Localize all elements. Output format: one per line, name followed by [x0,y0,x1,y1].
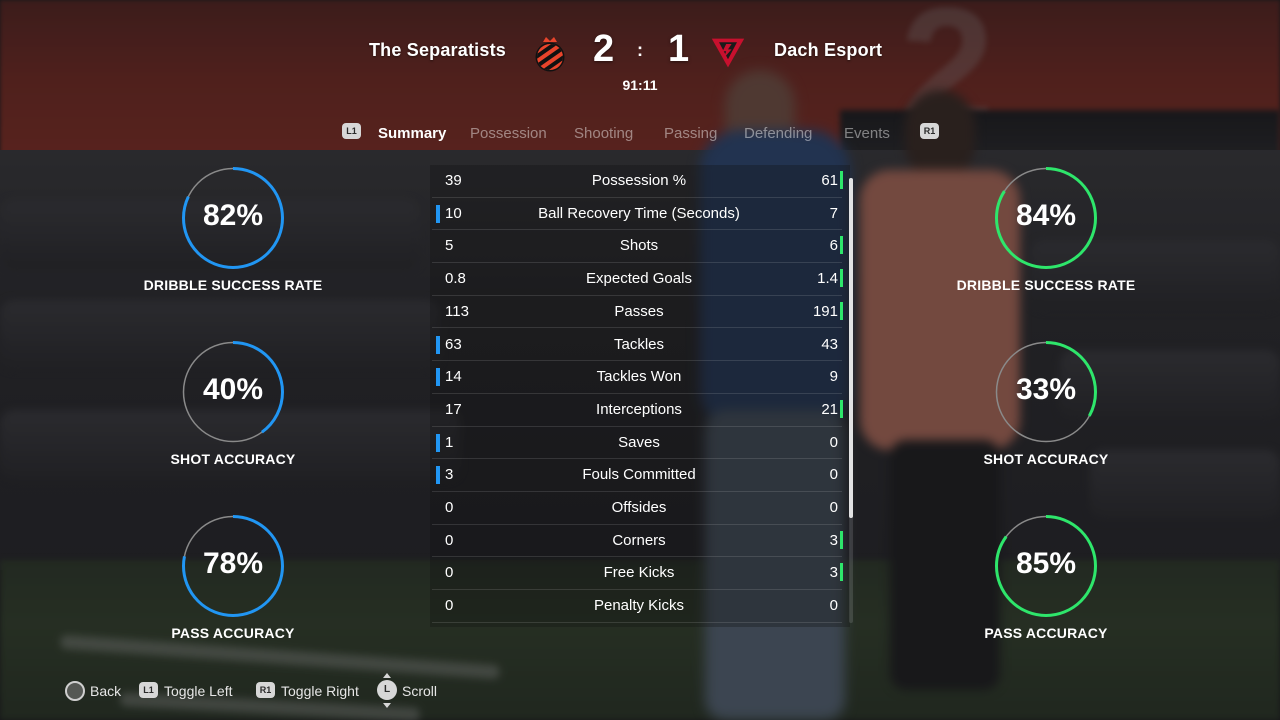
away-stat-value: 7 [829,204,838,222]
stat-label: Tackles [613,335,665,353]
away-team-name: Dach Esport [774,40,883,60]
stat-row: 0 Free Kicks 3 [432,557,843,591]
away-stat-value: 61 [821,172,838,189]
stat-label: Ball Recovery Time (Seconds) [538,204,740,222]
stat-row: 0 Corners 3 [432,525,843,558]
away-leader-bar [840,399,843,418]
away-stat-value: 6 [829,237,838,255]
circle-button-icon[interactable] [65,681,85,701]
stat-row: 10 Ball Recovery Time (Seconds) 7 [432,198,842,231]
toggle-left-hint-label[interactable]: Toggle Left [164,683,233,699]
away-leader-bar [840,236,843,255]
tab-shooting[interactable]: Shooting [574,125,633,142]
away-stat-value: 0 [829,597,838,615]
stat-row: 3 Fouls Committed 0 [432,459,842,492]
away-leader-bar [840,171,843,189]
away-leader-bar [840,301,843,320]
back-hint-label[interactable]: Back [90,683,121,699]
home-shot-accuracy-ring: 40% SHOT ACCURACY [113,341,353,501]
score-separator: : [637,40,643,60]
ring-value: 82% [202,199,264,232]
r1-button-icon[interactable]: R1 [256,682,275,698]
away-stat-value: 21 [821,400,838,418]
ring-value: 78% [202,547,264,580]
ring-value: 84% [1015,199,1077,232]
away-stat-value: 9 [829,368,838,386]
stat-row: 2Yellow Cards0 [432,623,842,627]
away-leader-bar [840,530,843,549]
stat-label: Corners [612,531,666,549]
l1-button-icon[interactable]: L1 [139,682,158,698]
stat-row: 0.8 Expected Goals 1.4 [432,263,843,296]
stats-scrollbar-thumb[interactable] [849,178,853,518]
tab-defending[interactable]: Defending [744,125,812,142]
away-stat-value: 3 [829,531,838,549]
home-team-name: The Separatists [368,40,506,60]
stick-up-arrow-icon [383,673,391,678]
match-stats-table[interactable]: 39 Possession % 61 10 Ball Recovery Time (Se… [432,165,850,627]
stat-label: Shots [619,237,659,255]
away-stat-value: 43 [821,335,838,353]
ring-value: 40% [202,373,264,406]
stat-label: Passes [614,302,664,320]
stick-down-arrow-icon [383,703,391,708]
away-stat-value: 0 [829,466,838,484]
ring-label: SHOT ACCURACY [983,451,1109,467]
away-stat-value: 3 [829,564,838,582]
stat-row: 113 Passes 191 [432,296,843,329]
stat-row: 1 Saves 0 [432,427,842,460]
button-hints-footer: Back L1 Toggle Left R1 Toggle Right L Sc… [0,672,1280,712]
match-clock: 91:11 [622,77,658,93]
away-score: 1 [668,28,690,70]
tab-possession[interactable]: Possession [470,125,547,142]
away-stat-value: 0 [829,499,838,516]
stat-row: 17 Interceptions 21 [432,394,843,427]
scoreboard-header: The Separatists 2 : 1 Dach Esport 91:11 [0,0,1280,100]
stat-label: Free Kicks [603,564,675,582]
separatists-crest-icon [535,37,565,72]
away-pass-accuracy-ring: 85% PASS ACCURACY [926,515,1166,675]
away-stat-value: 0 [829,433,838,451]
ring-label: PASS ACCURACY [984,625,1108,641]
stat-row: 14 Tackles Won 9 [432,361,842,394]
home-pass-accuracy-ring: 78% PASS ACCURACY [113,515,353,675]
tab-passing[interactable]: Passing [664,125,717,142]
away-leader-bar [840,563,843,582]
stat-label: Penalty Kicks [593,597,685,615]
tab-summary[interactable]: Summary [378,125,446,142]
stat-row: 39 Possession % 61 [432,165,843,198]
stat-label: Fouls Committed [582,466,696,484]
ring-label: DRIBBLE SUCCESS RATE [956,277,1136,293]
ring-label: PASS ACCURACY [171,625,295,641]
stat-label: Tackles Won [596,368,682,386]
stat-label: Saves [618,433,660,451]
stats-tabs: L1 Summary Possession Shooting Passing D… [0,120,1280,146]
tab-events[interactable]: Events [844,125,890,142]
left-stick-icon[interactable]: L [377,680,397,700]
stat-label: Interceptions [596,400,682,418]
home-dribble-success-ring: 82% DRIBBLE SUCCESS RATE [113,167,353,327]
stat-label: Offsides [611,499,667,516]
stat-row: 5 Shots 6 [432,230,843,264]
toggle-right-hint-label[interactable]: Toggle Right [281,683,359,699]
ring-label: DRIBBLE SUCCESS RATE [143,277,323,293]
dach-esport-crest-icon [711,38,745,68]
stat-label: Expected Goals [586,270,692,288]
away-stat-value: 191 [812,302,838,320]
stat-row: 0 Penalty Kicks 0 [432,590,842,623]
stat-row: 63 Tackles 43 [432,329,842,362]
ring-label: SHOT ACCURACY [170,451,296,467]
scroll-hint-label[interactable]: Scroll [402,683,437,699]
r1-button-icon[interactable]: R1 [920,123,939,139]
stat-label: Possession % [591,172,687,189]
ring-value: 85% [1015,547,1077,580]
away-stat-value: 1.4 [817,270,838,288]
stat-row: 0 Offsides 0 [432,492,842,525]
l1-button-icon[interactable]: L1 [342,123,361,139]
home-score: 2 [593,28,615,70]
away-leader-bar [840,269,843,288]
away-shot-accuracy-ring: 33% SHOT ACCURACY [926,341,1166,501]
away-dribble-success-ring: 84% DRIBBLE SUCCESS RATE [926,167,1166,327]
ring-value: 33% [1015,373,1077,406]
